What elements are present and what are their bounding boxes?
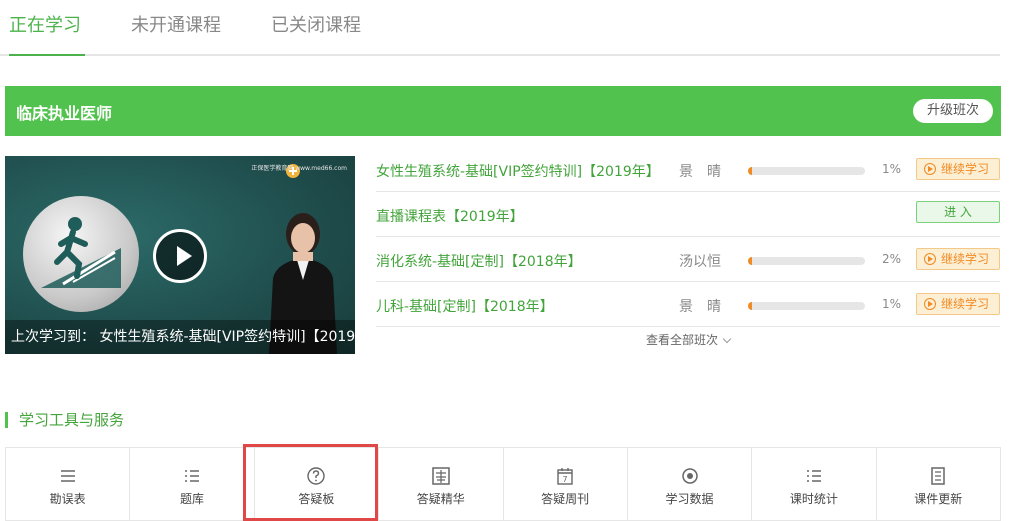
continue-study-button[interactable]: 继续学习	[916, 293, 1000, 315]
tool-label: 课时统计	[789, 492, 838, 506]
menu-lines-icon	[60, 470, 75, 482]
book-icon	[432, 467, 450, 485]
play-button[interactable]	[153, 229, 207, 283]
document-icon	[931, 467, 946, 485]
video-logo-text: 正保医学教育网 www.med66.com	[251, 165, 347, 172]
continue-study-button[interactable]: 继续学习	[916, 158, 1000, 180]
view-all-classes-link[interactable]: 查看全部班次	[376, 331, 1000, 348]
course-row: 女性生殖系统-基础[VIP签约特训]【2019年】 景 晴 1% 继续学习	[376, 147, 1000, 192]
course-row: 儿科-基础[定制]【2018年】 景 晴 1% 继续学习	[376, 282, 1000, 327]
course-header-bar: 临床执业医师 升级班次	[5, 86, 1001, 136]
highlight-box	[243, 444, 378, 521]
tool-hour-stats[interactable]: 课时统计	[752, 448, 877, 520]
course-title: 临床执业医师	[16, 104, 113, 123]
chevron-down-icon	[722, 334, 732, 344]
tool-qa-weekly[interactable]: 7 答疑周刊	[504, 448, 628, 520]
progress-percent: 1%	[882, 297, 902, 311]
tool-label: 答疑精华	[416, 492, 465, 506]
view-all-label: 查看全部班次	[645, 333, 718, 347]
tab-studying[interactable]: 正在学习	[9, 12, 85, 56]
tool-question-bank[interactable]: 题库	[130, 448, 255, 520]
tool-label: 课件更新	[914, 492, 963, 506]
progress-bar	[748, 167, 865, 175]
play-icon	[177, 246, 192, 266]
teacher-name: 景 晴	[679, 299, 721, 315]
tool-label: 学习数据	[665, 492, 714, 506]
course-name-link[interactable]: 女性生殖系统-基础[VIP签约特训]【2019年】	[376, 161, 660, 181]
progress-fill	[748, 257, 752, 265]
tool-study-data[interactable]: 学习数据	[628, 448, 753, 520]
progress-fill	[748, 302, 752, 310]
course-row: 直播课程表【2019年】 进 入	[376, 192, 1000, 237]
continue-study-button[interactable]: 继续学习	[916, 248, 1000, 270]
continue-label: 继续学习	[941, 252, 990, 266]
running-stairs-icon	[23, 196, 139, 312]
play-circle-icon	[924, 253, 936, 265]
list-icon	[185, 470, 200, 482]
tool-qa-essence[interactable]: 答疑精华	[379, 448, 504, 520]
tool-label: 答疑周刊	[541, 492, 590, 506]
course-name-link[interactable]: 消化系统-基础[定制]【2018年】	[376, 251, 582, 271]
tab-closed[interactable]: 已关闭课程	[271, 12, 361, 54]
course-name-link[interactable]: 儿科-基础[定制]【2018年】	[376, 296, 554, 316]
tab-not-opened[interactable]: 未开通课程	[131, 12, 221, 54]
course-list: 女性生殖系统-基础[VIP签约特训]【2019年】 景 晴 1% 继续学习 直播…	[376, 147, 1000, 327]
last-study-video[interactable]: 正保医学教育网 www.med66.com 上次学习到： 女性生殖系统-基础[V…	[5, 156, 355, 354]
teacher-name: 汤以恒	[679, 254, 721, 270]
upgrade-class-button[interactable]: 升级班次	[913, 99, 993, 123]
tools-section-title: 学习工具与服务	[5, 412, 124, 428]
progress-percent: 2%	[882, 252, 902, 266]
course-name-link[interactable]: 直播课程表【2019年】	[376, 206, 524, 226]
play-circle-icon	[924, 298, 936, 310]
continue-label: 继续学习	[941, 162, 990, 176]
svg-text:7: 7	[563, 475, 568, 484]
play-circle-icon	[924, 163, 936, 175]
course-row: 消化系统-基础[定制]【2018年】 汤以恒 2% 继续学习	[376, 237, 1000, 282]
course-tabs: 正在学习 未开通课程 已关闭课程	[0, 0, 1000, 56]
calendar-icon: 7	[557, 468, 573, 485]
continue-label: 继续学习	[941, 297, 990, 311]
progress-fill	[748, 167, 752, 175]
tool-errata[interactable]: 勘误表	[6, 448, 131, 520]
teacher-name: 景 晴	[679, 164, 721, 180]
target-icon	[681, 468, 698, 484]
tool-label: 题库	[180, 492, 205, 506]
tool-courseware-updates[interactable]: 课件更新	[877, 448, 1000, 520]
progress-bar	[748, 257, 865, 265]
enter-button[interactable]: 进 入	[916, 201, 1000, 223]
progress-bar	[748, 302, 865, 310]
last-study-caption: 上次学习到： 女性生殖系统-基础[VIP签约特训]【2019	[5, 320, 355, 354]
progress-percent: 1%	[882, 162, 902, 176]
tool-label: 勘误表	[49, 492, 86, 506]
list-icon	[806, 470, 821, 482]
tools-grid: 勘误表 题库 答疑板 答疑精华 7 答疑周刊 学习数据 课时统计 课件更新	[5, 447, 1001, 521]
